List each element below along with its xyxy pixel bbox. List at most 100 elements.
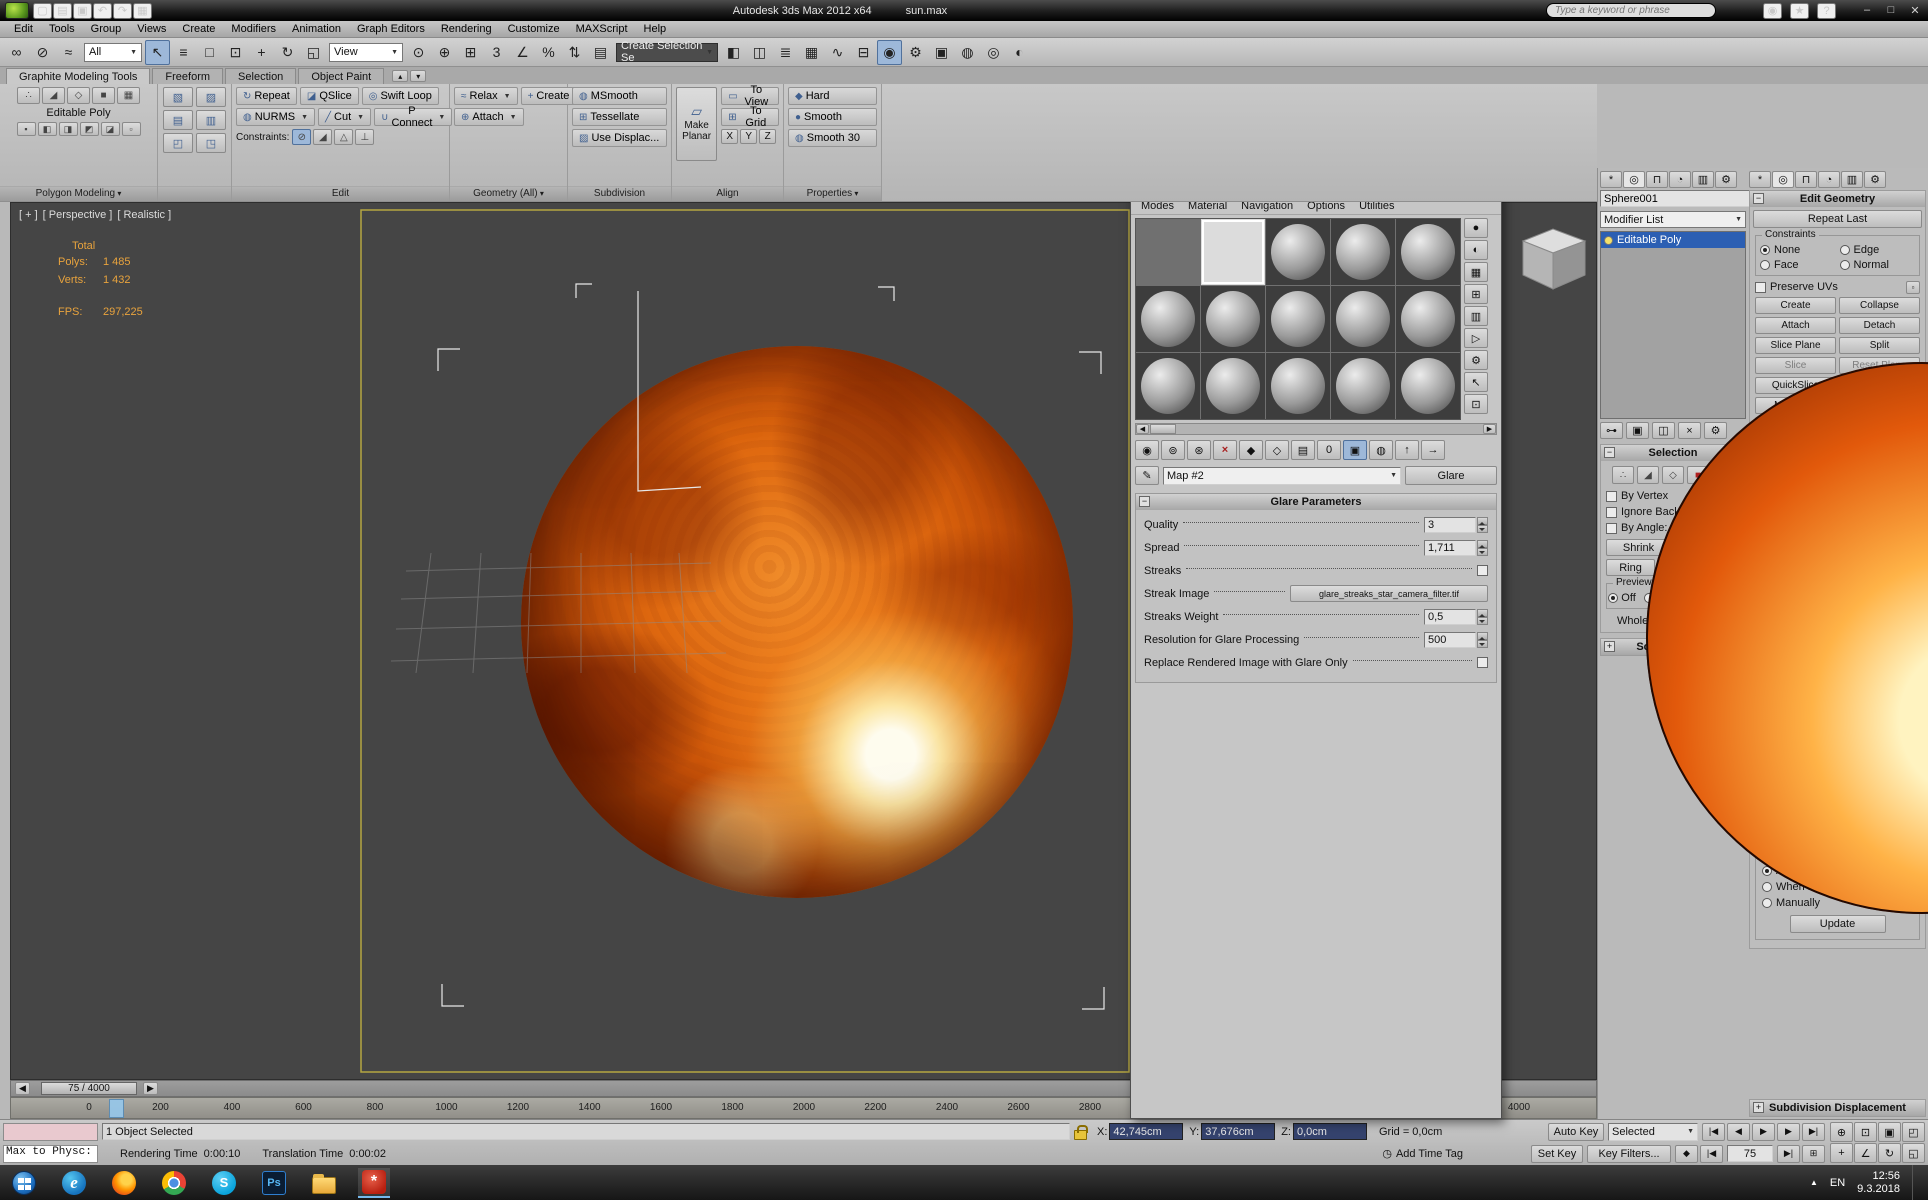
widget-4-icon[interactable]: ▥ xyxy=(196,110,226,130)
menu-item[interactable]: Group xyxy=(83,23,130,35)
menu-item[interactable]: Modifiers xyxy=(223,23,284,35)
rectangular-selection-region-icon[interactable]: □ xyxy=(197,40,222,65)
modify-tab[interactable]: ◎ xyxy=(1772,171,1794,188)
go-forward-to-sibling-icon[interactable]: → xyxy=(1421,440,1445,460)
favorites-icon[interactable]: ★ xyxy=(1790,2,1809,19)
attach-button[interactable]: Attach xyxy=(1755,317,1836,334)
hierarchy-tab[interactable]: ⊓ xyxy=(1646,171,1668,188)
assign-material-to-selection-icon[interactable]: ⊛ xyxy=(1187,440,1211,460)
material-name-dropdown[interactable]: Map #2 ▼ xyxy=(1163,466,1401,485)
maximize-button[interactable]: □ xyxy=(1882,4,1900,17)
backlight-icon[interactable]: ◐ xyxy=(1464,240,1488,260)
pm-tool-1-icon[interactable]: ▪ xyxy=(16,122,36,136)
preserve-uvs-settings-button[interactable]: ▫ xyxy=(1906,280,1920,294)
constraint-face-icon[interactable]: △ xyxy=(334,129,354,145)
go-to-start-icon[interactable]: |◀ xyxy=(1702,1122,1725,1141)
p-connect-button[interactable]: ∪ P Connect ▼ xyxy=(374,105,453,129)
parameter-value-field[interactable]: 0,5 xyxy=(1424,608,1476,625)
select-by-material-icon[interactable]: ↖ xyxy=(1464,372,1488,392)
material-sample-slot[interactable] xyxy=(1266,353,1330,419)
current-frame-field[interactable]: 75 xyxy=(1727,1145,1773,1162)
time-slider-handle[interactable]: 75 / 4000 xyxy=(41,1082,137,1095)
ribbon-tab[interactable]: Object Paint xyxy=(298,68,385,84)
material-sample-slot[interactable] xyxy=(1396,353,1460,419)
scroll-left-icon[interactable]: ◀ xyxy=(1136,424,1149,434)
pm-tool-2-icon[interactable]: ◧ xyxy=(37,122,57,136)
material-sample-slot[interactable] xyxy=(1331,286,1395,352)
constraint-none-icon[interactable]: ⊘ xyxy=(292,129,312,145)
update-button[interactable]: Update xyxy=(1789,915,1886,933)
chrome-icon[interactable] xyxy=(158,1168,190,1198)
viewport-general-menu[interactable]: [ + ] xyxy=(19,209,38,221)
make-material-copy-icon[interactable]: ◆ xyxy=(1239,440,1263,460)
parameter-spinner[interactable] xyxy=(1477,539,1488,556)
subdivision-displacement-header[interactable]: + Subdivision Displacement xyxy=(1750,1100,1925,1116)
select-and-move-icon[interactable]: + xyxy=(249,40,274,65)
select-and-rotate-icon[interactable]: ↻ xyxy=(275,40,300,65)
repeat-button[interactable]: ↻ Repeat xyxy=(236,87,297,105)
ring-button[interactable]: Ring xyxy=(1606,559,1655,576)
ribbon-tab[interactable]: Freeform xyxy=(152,68,224,84)
element-mode-icon[interactable]: ▦ xyxy=(117,87,140,104)
mirror-icon[interactable]: ◧ xyxy=(721,40,746,65)
collapse-icon[interactable]: − xyxy=(1604,447,1615,458)
pm-tool-4-icon[interactable]: ◩ xyxy=(79,122,99,136)
repeat-last-button[interactable]: Repeat Last xyxy=(1753,210,1922,228)
expand-icon[interactable]: + xyxy=(1604,641,1615,652)
show-end-result-icon[interactable]: ◍ xyxy=(1369,440,1393,460)
unlink-selection-icon[interactable]: ⊘ xyxy=(30,40,55,65)
3ds-max-logo-icon[interactable] xyxy=(5,2,29,19)
key-mode-toggle-icon[interactable]: ◆ xyxy=(1675,1144,1698,1163)
parameter-value-field[interactable]: 3 xyxy=(1424,516,1476,533)
constraint-radio[interactable]: None xyxy=(1760,244,1836,256)
modify-tab[interactable]: ◎ xyxy=(1623,171,1645,188)
collapse-button[interactable]: Collapse xyxy=(1839,297,1920,314)
remove-modifier-icon[interactable]: × xyxy=(1678,422,1701,439)
material-sample-slot[interactable] xyxy=(1201,286,1265,352)
selection-filter-dropdown[interactable]: All ▼ xyxy=(84,42,142,62)
display-tab[interactable]: ▥ xyxy=(1841,171,1863,188)
panel-caption[interactable]: Edit xyxy=(232,186,449,201)
parameter-spinner[interactable] xyxy=(1477,631,1488,648)
align-icon[interactable]: ◫ xyxy=(747,40,772,65)
keyboard-override-icon[interactable]: ⊞ xyxy=(458,40,483,65)
search-input[interactable] xyxy=(1546,3,1716,18)
pick-material-from-object-icon[interactable]: ✎ xyxy=(1135,466,1159,485)
put-material-to-scene-icon[interactable]: ⊚ xyxy=(1161,440,1185,460)
menu-item[interactable]: Views xyxy=(129,23,174,35)
percent-snap-icon[interactable]: % xyxy=(536,40,561,65)
collapse-icon[interactable]: − xyxy=(1753,193,1764,204)
widget-5-icon[interactable]: ◰ xyxy=(163,133,193,153)
set-key-button[interactable]: Set Key xyxy=(1531,1144,1583,1163)
parameter-checkbox[interactable] xyxy=(1477,565,1488,576)
material-sample-slot[interactable] xyxy=(1136,286,1200,352)
select-by-name-icon[interactable]: ≡ xyxy=(171,40,196,65)
redo-icon[interactable]: ↷ xyxy=(113,2,132,19)
auto-key-button[interactable]: Auto Key xyxy=(1548,1122,1604,1141)
next-frame-icon[interactable]: ▶ xyxy=(1777,1122,1800,1141)
menu-item[interactable]: Help xyxy=(636,23,675,35)
render-iterative-icon[interactable]: ◎ xyxy=(981,40,1006,65)
material-editor-options-icon[interactable]: ⚙ xyxy=(1464,350,1488,370)
video-color-check-icon[interactable]: ▥ xyxy=(1464,306,1488,326)
open-file-icon[interactable]: ▤ xyxy=(53,2,72,19)
ribbon-minimize-icon[interactable]: ▴ xyxy=(392,70,409,82)
maxscript-mini-listener[interactable]: Max to Physc: xyxy=(3,1144,98,1163)
spinner-snap-icon[interactable]: ⇅ xyxy=(562,40,587,65)
ribbon-tab[interactable]: Selection xyxy=(225,68,297,84)
use-displacement-button[interactable]: ▨ Use Displac... xyxy=(572,129,667,147)
axis-button[interactable]: Y xyxy=(740,129,758,144)
slice-button[interactable]: Slice xyxy=(1755,357,1836,374)
material-sample-slot[interactable] xyxy=(1396,219,1460,285)
border-mode-icon[interactable]: ◇ xyxy=(67,87,90,104)
max-taskbar-icon[interactable]: * xyxy=(358,1167,390,1198)
play-animation-icon[interactable]: ▶ xyxy=(1752,1122,1775,1141)
graphite-ribbon-toggle-icon[interactable]: ▦ xyxy=(799,40,824,65)
zoom-icon[interactable]: ⊕ xyxy=(1830,1122,1853,1142)
swift-loop-button[interactable]: ◎ Swift Loop xyxy=(361,87,439,105)
time-configuration-icon[interactable]: ⊞ xyxy=(1802,1144,1825,1163)
zoom-extents-icon[interactable]: ▣ xyxy=(1878,1122,1901,1142)
snaps-toggle-icon[interactable]: 3 xyxy=(484,40,509,65)
previous-frame-icon[interactable]: ◀ xyxy=(1727,1122,1750,1141)
select-and-manipulate-icon[interactable]: ⊕ xyxy=(432,40,457,65)
